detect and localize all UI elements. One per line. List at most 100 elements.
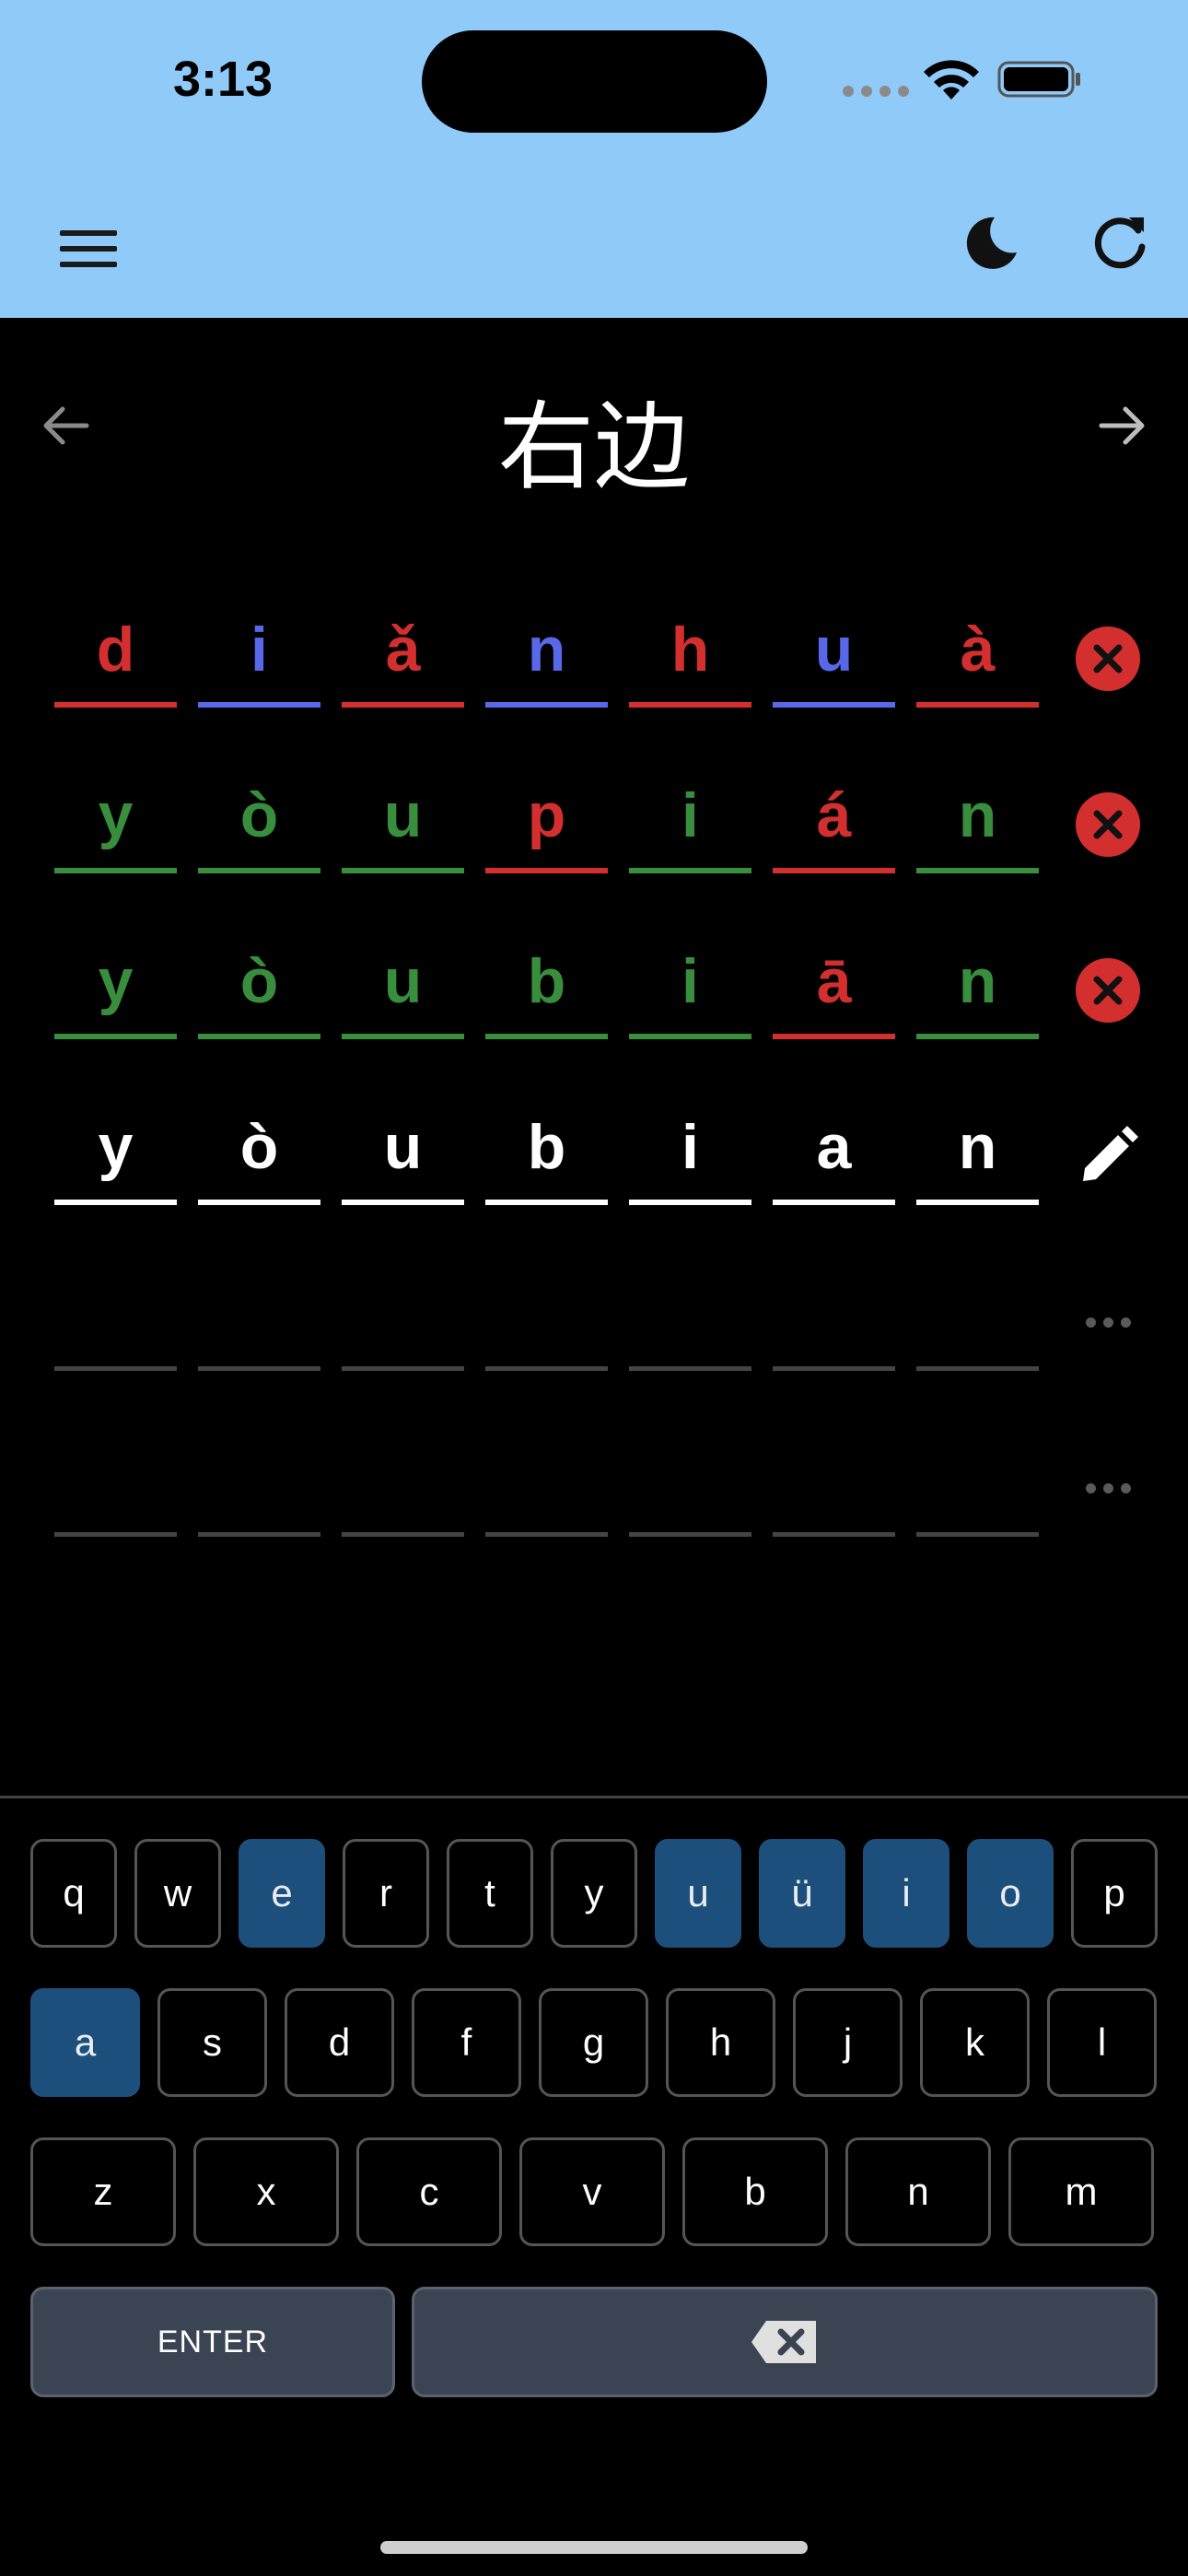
letter-cell: b bbox=[485, 1095, 608, 1205]
letter-cell: ò bbox=[198, 763, 320, 873]
letter-cell: n bbox=[916, 929, 1039, 1039]
key-q[interactable]: q bbox=[30, 1839, 117, 1948]
pencil-icon[interactable] bbox=[1076, 1124, 1140, 1188]
key-o[interactable]: o bbox=[967, 1839, 1054, 1948]
letter-cell bbox=[916, 1260, 1039, 1371]
letter-underline bbox=[485, 1366, 608, 1371]
letter-char: n bbox=[958, 780, 997, 850]
letter-underline bbox=[485, 1200, 608, 1205]
key-l[interactable]: l bbox=[1047, 1988, 1157, 2097]
letter-cell: b bbox=[485, 929, 608, 1039]
key-k[interactable]: k bbox=[920, 1988, 1030, 2097]
letter-underline bbox=[342, 702, 464, 708]
more-dots-icon bbox=[1076, 1290, 1140, 1354]
letter-underline bbox=[629, 1532, 751, 1537]
letter-underline bbox=[54, 1200, 177, 1205]
key-n[interactable]: n bbox=[845, 2137, 991, 2246]
key-p[interactable]: p bbox=[1071, 1839, 1158, 1948]
letter-char: i bbox=[681, 946, 699, 1016]
key-h[interactable]: h bbox=[666, 1988, 775, 2097]
letter-underline bbox=[198, 1034, 320, 1039]
key-a[interactable]: a bbox=[30, 1988, 140, 2097]
letter-underline bbox=[916, 1532, 1039, 1537]
key-i[interactable]: i bbox=[863, 1839, 949, 1948]
letter-cell: h bbox=[629, 597, 751, 708]
letter-char: u bbox=[383, 780, 423, 850]
backspace-icon bbox=[751, 2321, 816, 2363]
letter-underline bbox=[629, 1200, 751, 1205]
letter-cell bbox=[342, 1260, 464, 1371]
key-w[interactable]: w bbox=[134, 1839, 221, 1948]
letter-underline bbox=[342, 1200, 464, 1205]
letter-underline bbox=[629, 868, 751, 873]
letter-cell bbox=[916, 1426, 1039, 1537]
letter-cell: u bbox=[773, 597, 895, 708]
letter-cell: á bbox=[773, 763, 895, 873]
key-m[interactable]: m bbox=[1008, 2137, 1154, 2246]
guess-row: yòubian bbox=[0, 1095, 1188, 1214]
letter-cell: i bbox=[629, 763, 751, 873]
wifi-icon bbox=[924, 60, 979, 100]
arrow-right-icon[interactable] bbox=[1092, 396, 1151, 455]
backspace-key[interactable] bbox=[412, 2287, 1158, 2397]
key-j[interactable]: j bbox=[793, 1988, 903, 2097]
letter-cell: ò bbox=[198, 929, 320, 1039]
letter-underline bbox=[629, 1034, 751, 1039]
key-z[interactable]: z bbox=[30, 2137, 176, 2246]
letter-underline bbox=[198, 702, 320, 708]
letter-char: y bbox=[98, 780, 134, 850]
letter-cell bbox=[54, 1260, 177, 1371]
letter-underline bbox=[773, 1366, 895, 1371]
key-d[interactable]: d bbox=[285, 1988, 394, 2097]
menu-icon[interactable] bbox=[60, 230, 117, 271]
key-e[interactable]: e bbox=[239, 1839, 325, 1948]
letter-underline bbox=[485, 1034, 608, 1039]
letter-underline bbox=[773, 702, 895, 708]
key-g[interactable]: g bbox=[539, 1988, 648, 2097]
moon-icon[interactable] bbox=[958, 212, 1022, 276]
key-v[interactable]: v bbox=[519, 2137, 665, 2246]
letter-underline bbox=[485, 1532, 608, 1537]
letter-underline bbox=[916, 1200, 1039, 1205]
letter-underline bbox=[54, 1532, 177, 1537]
key-t[interactable]: t bbox=[447, 1839, 533, 1948]
letter-cell: n bbox=[485, 597, 608, 708]
key-f[interactable]: f bbox=[412, 1988, 521, 2097]
letter-char: i bbox=[250, 615, 268, 685]
letter-char: ò bbox=[239, 946, 279, 1016]
enter-key[interactable]: ENTER bbox=[30, 2287, 395, 2397]
key-x[interactable]: x bbox=[193, 2137, 339, 2246]
letter-char: á bbox=[816, 780, 852, 850]
letter-underline bbox=[773, 1034, 895, 1039]
key-u[interactable]: u bbox=[655, 1839, 741, 1948]
key-s[interactable]: s bbox=[157, 1988, 267, 2097]
letter-char: n bbox=[958, 946, 997, 1016]
letter-underline bbox=[342, 868, 464, 873]
key-ü[interactable]: ü bbox=[759, 1839, 845, 1948]
letter-underline bbox=[198, 1200, 320, 1205]
letter-cell: ò bbox=[198, 1095, 320, 1205]
refresh-icon[interactable] bbox=[1089, 210, 1153, 275]
letter-cell: u bbox=[342, 763, 464, 873]
letter-cell: y bbox=[54, 1095, 177, 1205]
key-y[interactable]: y bbox=[551, 1839, 637, 1948]
keyboard-divider bbox=[0, 1796, 1188, 1798]
letter-cell: u bbox=[342, 1095, 464, 1205]
key-b[interactable]: b bbox=[682, 2137, 828, 2246]
app-header: 3:13 bbox=[0, 0, 1188, 318]
letter-char: b bbox=[527, 1112, 566, 1182]
letter-cell: d bbox=[54, 597, 177, 708]
letter-char: y bbox=[98, 946, 134, 1016]
letter-cell bbox=[54, 1426, 177, 1537]
battery-icon bbox=[997, 61, 1080, 98]
letter-cell: i bbox=[629, 929, 751, 1039]
letter-cell bbox=[485, 1426, 608, 1537]
letter-underline bbox=[916, 702, 1039, 708]
key-c[interactable]: c bbox=[356, 2137, 502, 2246]
guess-row: diǎnhuà bbox=[0, 597, 1188, 717]
letter-underline bbox=[54, 868, 177, 873]
letter-cell bbox=[773, 1426, 895, 1537]
key-r[interactable]: r bbox=[343, 1839, 429, 1948]
cellular-signal-icon bbox=[843, 86, 909, 97]
word-title: 右边 bbox=[497, 391, 690, 503]
